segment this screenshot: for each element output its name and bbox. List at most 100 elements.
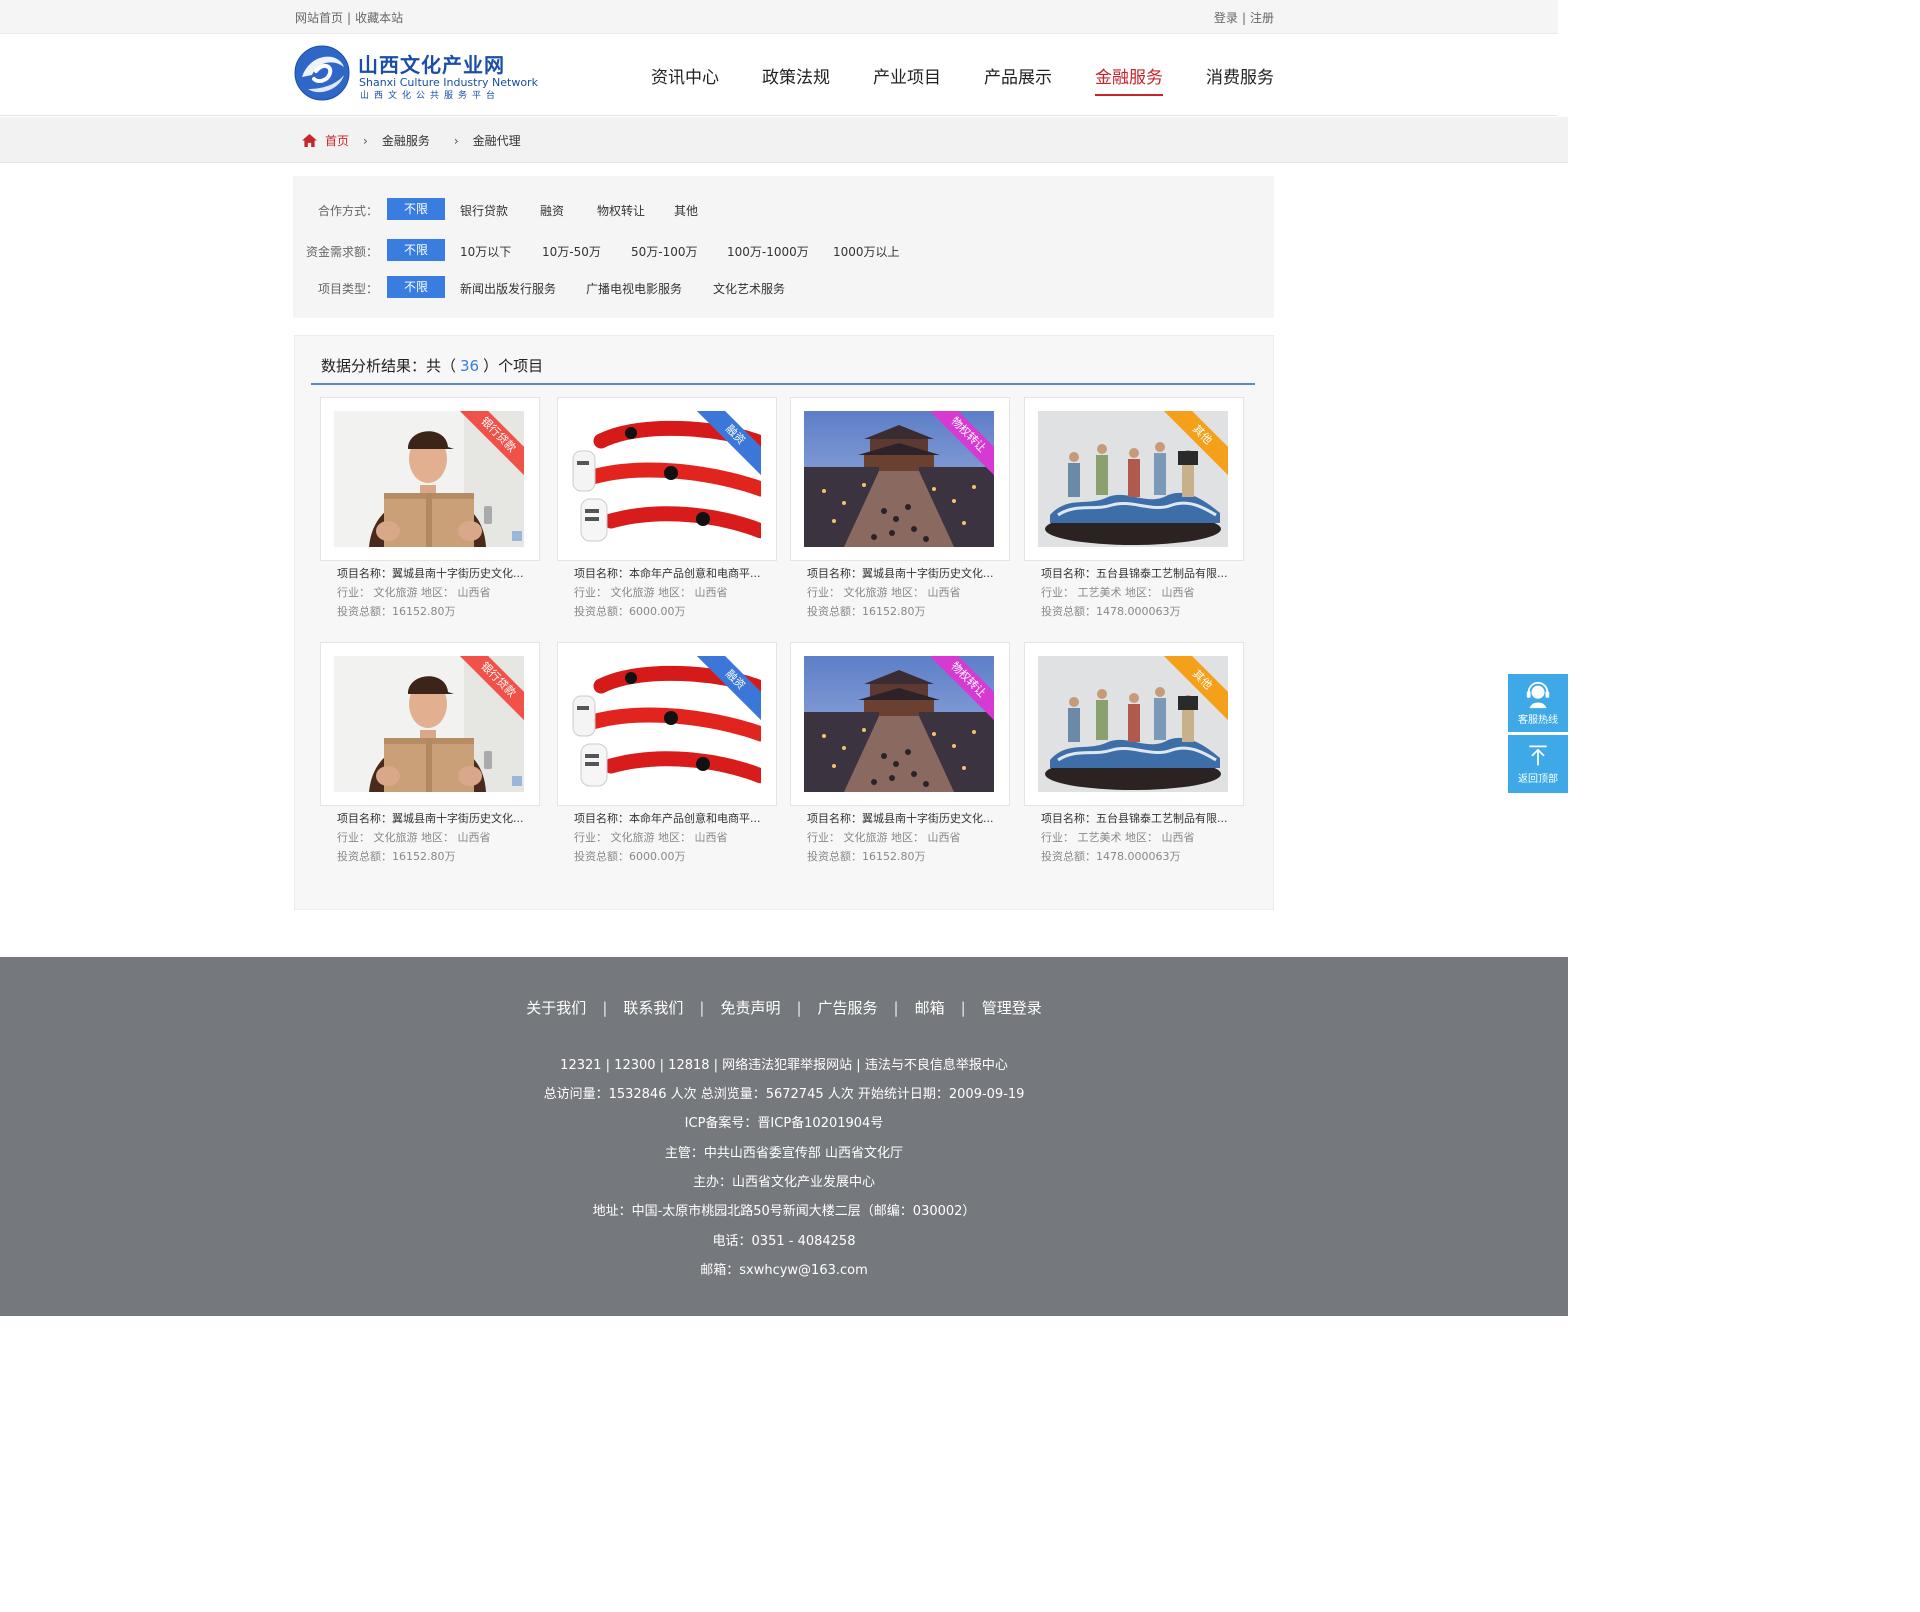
chevron-right-icon: › — [453, 133, 459, 148]
nav-finance[interactable]: 金融服务 — [1095, 63, 1163, 96]
filter-option[interactable]: 10万-50万 — [542, 243, 601, 260]
project-investment: 投资总额：1478.000063万 — [1041, 605, 1181, 618]
customer-service-button[interactable]: 客服热线 — [1508, 674, 1568, 732]
results-count: 36 — [460, 357, 480, 375]
project-image: 银行贷款 — [334, 656, 524, 792]
project-card[interactable]: 物权转让 — [790, 642, 1010, 806]
footer-phone: 电话：0351 - 4084258 — [712, 1234, 856, 1249]
breadcrumb-home[interactable]: 首页 — [325, 132, 349, 149]
filter-label: 资金需求额： — [306, 245, 379, 259]
project-image: 其他 — [1038, 656, 1228, 792]
project-card[interactable]: 融资 — [557, 397, 777, 561]
project-card[interactable]: 其他 — [1024, 397, 1244, 561]
filter-option-selected[interactable]: 不限 — [387, 198, 445, 220]
footer-link-ads[interactable]: 广告服务 — [818, 999, 878, 1017]
filter-option[interactable]: 文化艺术服务 — [713, 280, 785, 297]
project-investment: 投资总额：16152.80万 — [337, 605, 456, 618]
project-image: 物权转让 — [804, 656, 994, 792]
project-investment: 投资总额：6000.00万 — [574, 850, 686, 863]
nav-policy[interactable]: 政策法规 — [762, 63, 830, 96]
results-suffix: ）个项目 — [483, 357, 544, 375]
site-home-link[interactable]: 网站首页 — [295, 11, 343, 25]
footer-link-admin[interactable]: 管理登录 — [982, 999, 1042, 1017]
logo-globe-icon — [294, 45, 350, 101]
footer-links: 关于我们 | 联系我们 | 免责声明 | 广告服务 | 邮箱 | 管理登录 — [0, 997, 1568, 1018]
main-nav: 资讯中心 政策法规 产业项目 产品展示 金融服务 消费服务 — [608, 63, 1274, 96]
breadcrumb: 首页 › 金融服务 › 金融代理 — [302, 132, 545, 149]
home-icon — [302, 134, 317, 147]
project-meta: 项目名称：翼城县南十字街历史文化... 行业： 文化旅游 地区： 山西省 投资总额：… — [337, 564, 557, 621]
project-image: 融资 — [571, 656, 761, 792]
breadcrumb-finance[interactable]: 金融服务 — [382, 132, 430, 149]
project-meta: 项目名称：本命年产品创意和电商平... 行业： 文化旅游 地区： 山西省 投资总额：… — [574, 564, 794, 621]
footer-link-mail[interactable]: 邮箱 — [915, 999, 945, 1017]
nav-consumer[interactable]: 消费服务 — [1206, 63, 1274, 96]
filter-row-type: 项目类型： 不限 新闻出版发行服务 广播电视电影服务 文化艺术服务 — [293, 276, 1274, 298]
back-to-top-button[interactable]: 返回顶部 — [1508, 735, 1568, 793]
footer-email: 邮箱：sxwhcyw@163.com — [700, 1263, 868, 1278]
footer-link-contact[interactable]: 联系我们 — [623, 999, 683, 1017]
login-link[interactable]: 登录 — [1214, 11, 1238, 25]
divider: | — [960, 999, 966, 1017]
footer-link-disclaimer[interactable]: 免责声明 — [720, 999, 780, 1017]
filter-option[interactable]: 融资 — [540, 202, 564, 219]
project-name[interactable]: 项目名称：翼城县南十字街历史文化... — [337, 564, 557, 583]
filter-option[interactable]: 其他 — [674, 202, 698, 219]
filter-option[interactable]: 广播电视电影服务 — [586, 280, 682, 297]
breadcrumb-current: 金融代理 — [472, 134, 521, 148]
filter-option[interactable]: 1000万以上 — [833, 243, 900, 260]
project-meta: 项目名称：五台县锦泰工艺制品有限... 行业： 工艺美术 地区： 山西省 投资总额：… — [1041, 809, 1261, 866]
filter-option[interactable]: 50万-100万 — [631, 243, 698, 260]
filter-option[interactable]: 10万以下 — [460, 243, 511, 260]
project-name[interactable]: 项目名称：本命年产品创意和电商平... — [574, 809, 794, 828]
top-links-left: 网站首页 | 收藏本站 — [295, 9, 403, 26]
project-image: 物权转让 — [804, 411, 994, 547]
register-link[interactable]: 注册 — [1250, 11, 1274, 25]
divider: | — [1241, 11, 1246, 25]
project-industry: 行业： 工艺美术 地区： 山西省 — [1041, 586, 1195, 599]
project-card[interactable]: 银行贷款 — [320, 642, 540, 806]
bookmark-link[interactable]: 收藏本站 — [355, 11, 403, 25]
filter-label: 合作方式： — [318, 204, 379, 218]
filter-option[interactable]: 物权转让 — [597, 202, 645, 219]
back-to-top-label: 返回顶部 — [1518, 774, 1558, 785]
title-underline — [311, 383, 1255, 385]
filter-option-selected[interactable]: 不限 — [387, 239, 445, 261]
project-card[interactable]: 物权转让 — [790, 397, 1010, 561]
project-image: 融资 — [571, 411, 761, 547]
project-meta: 项目名称：翼城县南十字街历史文化... 行业： 文化旅游 地区： 山西省 投资总额：… — [807, 809, 1027, 866]
project-card[interactable]: 银行贷款 — [320, 397, 540, 561]
project-name[interactable]: 项目名称：五台县锦泰工艺制品有限... — [1041, 809, 1261, 828]
footer-host: 主办：山西省文化产业发展中心 — [692, 1175, 875, 1190]
chevron-right-icon: › — [363, 133, 368, 148]
project-card[interactable]: 融资 — [557, 642, 777, 806]
divider: | — [796, 999, 802, 1017]
footer-link-about[interactable]: 关于我们 — [526, 999, 586, 1017]
project-industry: 行业： 文化旅游 地区： 山西省 — [807, 586, 961, 599]
nav-news[interactable]: 资讯中心 — [651, 63, 719, 96]
filter-option[interactable]: 100万-1000万 — [727, 243, 809, 260]
project-meta: 项目名称：五台县锦泰工艺制品有限... 行业： 工艺美术 地区： 山西省 投资总额：… — [1041, 564, 1261, 621]
project-name[interactable]: 项目名称：本命年产品创意和电商平... — [574, 564, 794, 583]
divider: | — [602, 999, 608, 1017]
filter-option[interactable]: 新闻出版发行服务 — [460, 280, 556, 297]
top-bar: 网站首页 | 收藏本站 登录 | 注册 — [0, 0, 1558, 34]
nav-products[interactable]: 产品展示 — [984, 63, 1052, 96]
project-name[interactable]: 项目名称：翼城县南十字街历史文化... — [807, 809, 1027, 828]
project-name[interactable]: 项目名称：翼城县南十字街历史文化... — [807, 564, 1027, 583]
filter-option-selected[interactable]: 不限 — [387, 276, 445, 298]
project-industry: 行业： 文化旅游 地区： 山西省 — [337, 831, 491, 844]
site-logo[interactable]: 山西文化产业网 Shanxi Culture Industry Network … — [294, 45, 538, 103]
customer-service-label: 客服热线 — [1518, 715, 1558, 726]
filter-panel: 合作方式： 不限 银行贷款 融资 物权转让 其他 资金需求额： 不限 10万以下… — [293, 176, 1274, 318]
project-name[interactable]: 项目名称：翼城县南十字街历史文化... — [337, 809, 557, 828]
divider: | — [699, 999, 705, 1017]
project-meta: 项目名称：翼城县南十字街历史文化... 行业： 文化旅游 地区： 山西省 投资总额：… — [807, 564, 1027, 621]
nav-projects[interactable]: 产业项目 — [873, 63, 941, 96]
project-image: 其他 — [1038, 411, 1228, 547]
filter-option[interactable]: 银行贷款 — [460, 202, 508, 219]
project-industry: 行业： 文化旅游 地区： 山西省 — [574, 831, 728, 844]
project-industry: 行业： 工艺美术 地区： 山西省 — [1041, 831, 1195, 844]
project-name[interactable]: 项目名称：五台县锦泰工艺制品有限... — [1041, 564, 1261, 583]
project-card[interactable]: 其他 — [1024, 642, 1244, 806]
